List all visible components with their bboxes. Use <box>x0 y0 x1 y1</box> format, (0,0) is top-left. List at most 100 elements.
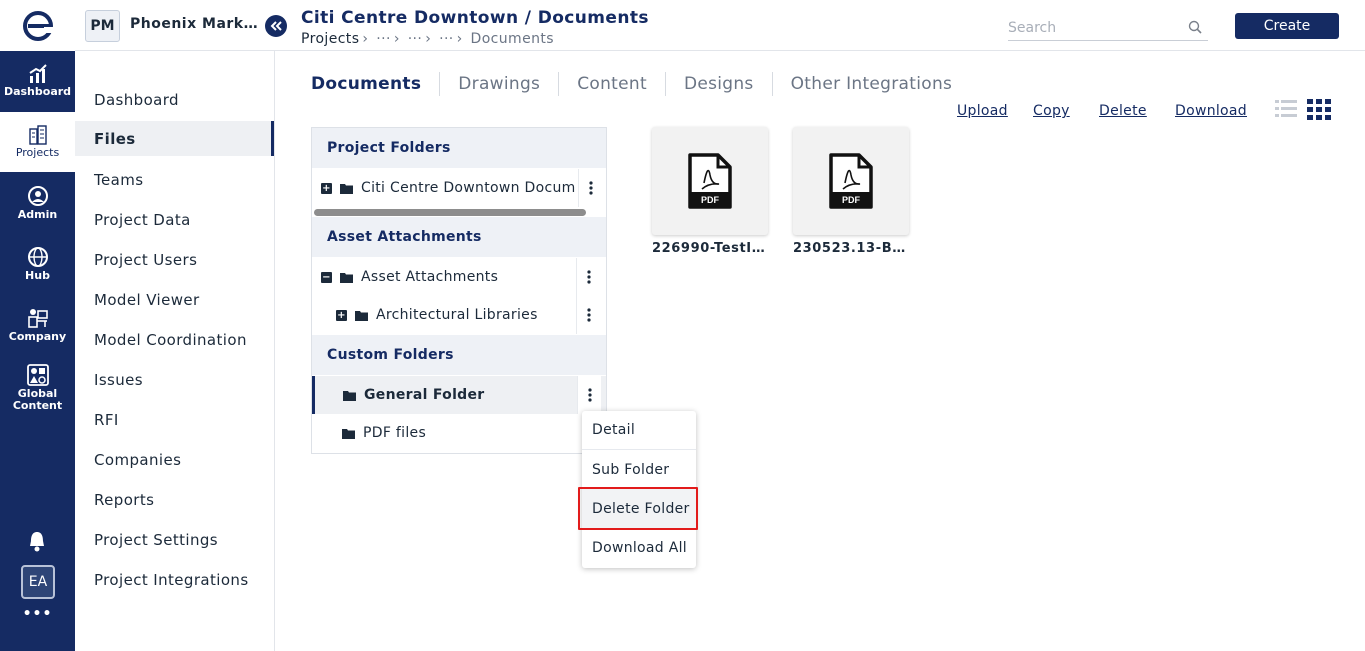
sidebar-item-model-viewer[interactable]: Model Viewer <box>75 282 274 317</box>
menu-item-detail[interactable]: Detail <box>582 411 696 450</box>
breadcrumb: Projects › ··· › ··· › ··· › Documents <box>301 31 554 47</box>
rail-label: Dashboard <box>3 85 72 98</box>
create-button[interactable]: Create <box>1235 13 1339 39</box>
file-thumbnail[interactable]: PDF <box>793 127 909 235</box>
search-input[interactable]: Search <box>1008 17 1208 41</box>
rail-item-projects[interactable]: Projects <box>0 112 75 172</box>
rail-item-global-content[interactable]: Global Content <box>0 356 75 420</box>
pdf-file-icon: PDF <box>688 153 732 209</box>
pdf-label: PDF <box>842 195 861 205</box>
collapse-sidebar-button[interactable] <box>265 15 287 37</box>
expand-icon[interactable]: + <box>336 309 347 321</box>
pdf-label: PDF <box>701 195 720 205</box>
sidebar-item-reports[interactable]: Reports <box>75 482 274 517</box>
notifications-button[interactable] <box>26 530 48 556</box>
rail-item-company[interactable]: Company <box>0 295 75 355</box>
rail-item-admin[interactable]: Admin <box>0 173 75 233</box>
tab-other-integrations[interactable]: Other Integrations <box>771 72 971 96</box>
folder-label: Asset Attachments <box>361 269 499 285</box>
sidebar-item-project-users[interactable]: Project Users <box>75 242 274 277</box>
kebab-icon <box>587 388 592 402</box>
file-thumbnail[interactable]: PDF <box>652 127 768 235</box>
globe-icon <box>27 247 48 267</box>
tab-content[interactable]: Content <box>558 72 665 96</box>
sidebar-item-companies[interactable]: Companies <box>75 442 274 477</box>
folder-menu-button[interactable] <box>577 376 601 414</box>
folder-icon <box>340 183 353 194</box>
kebab-icon <box>588 181 593 195</box>
folder-row-general[interactable]: General Folder <box>312 376 606 414</box>
page-title: Citi Centre Downtown / Documents <box>301 8 649 28</box>
project-badge[interactable]: PM <box>85 10 120 42</box>
tab-drawings[interactable]: Drawings <box>439 72 558 96</box>
folder-row-asset-child[interactable]: + Architectural Libraries <box>312 296 606 334</box>
project-folders-header: Project Folders <box>312 128 606 168</box>
folder-menu-button[interactable] <box>576 296 600 334</box>
folder-row-asset-root[interactable]: − Asset Attachments <box>312 258 606 296</box>
list-view-icon[interactable] <box>1275 99 1297 119</box>
sidebar-nav: Dashboard Files Teams Project Data Proje… <box>75 51 275 651</box>
folder-label: Architectural Libraries <box>376 307 538 323</box>
folder-icon <box>355 310 368 321</box>
folder-menu-button[interactable] <box>576 258 600 296</box>
breadcrumb-ellipsis[interactable]: ··· <box>376 31 391 47</box>
breadcrumb-current: Documents <box>470 31 554 47</box>
kebab-icon <box>586 308 591 322</box>
tab-documents[interactable]: Documents <box>311 72 439 96</box>
file-name: 226990-TestI… <box>652 241 766 256</box>
collapse-icon[interactable]: − <box>321 271 332 283</box>
grid-view-icon[interactable] <box>1307 99 1331 120</box>
folder-label: Citi Centre Downtown Docume <box>361 180 575 196</box>
sidebar-item-rfi[interactable]: RFI <box>75 402 274 437</box>
sidebar-item-issues[interactable]: Issues <box>75 362 274 397</box>
menu-item-sub-folder[interactable]: Sub Folder <box>582 450 696 489</box>
sidebar-item-project-data[interactable]: Project Data <box>75 202 274 237</box>
folder-row-pdf[interactable]: PDF files <box>312 414 606 452</box>
kebab-icon <box>586 270 591 284</box>
menu-item-delete-folder[interactable]: Delete Folder <box>582 489 696 528</box>
rail-item-hub[interactable]: Hub <box>0 234 75 294</box>
copy-link[interactable]: Copy <box>1033 103 1070 119</box>
chevron-right-icon: › <box>456 31 463 47</box>
sidebar-item-files[interactable]: Files <box>75 121 274 156</box>
buildings-icon <box>28 125 47 145</box>
rail-label: Hub <box>25 269 50 282</box>
breadcrumb-root[interactable]: Projects <box>301 31 359 47</box>
tab-designs[interactable]: Designs <box>664 72 772 96</box>
user-avatar[interactable]: EA <box>21 565 55 599</box>
expand-icon[interactable]: + <box>321 182 332 194</box>
rail-label: Global Content <box>12 387 63 412</box>
horizontal-scrollbar[interactable] <box>314 209 586 216</box>
download-link[interactable]: Download <box>1175 103 1247 119</box>
sidebar-item-project-integrations[interactable]: Project Integrations <box>75 562 274 597</box>
app-logo[interactable] <box>0 0 75 51</box>
folder-tree: Project Folders + Citi Centre Downtown D… <box>311 127 607 454</box>
menu-item-download-all[interactable]: Download All <box>582 528 696 567</box>
folder-icon <box>343 390 356 401</box>
breadcrumb-ellipsis[interactable]: ··· <box>408 31 423 47</box>
rail-item-dashboard[interactable]: Dashboard <box>0 51 75 111</box>
upload-link[interactable]: Upload <box>957 103 1008 119</box>
chevron-right-icon: › <box>425 31 432 47</box>
sidebar-item-dashboard[interactable]: Dashboard <box>75 82 274 117</box>
more-options-button[interactable]: ••• <box>0 606 75 622</box>
chevron-right-icon: › <box>362 31 369 47</box>
document-tabs: Documents Drawings Content Designs Other… <box>311 72 970 96</box>
project-name[interactable]: Phoenix Mark… <box>130 16 258 32</box>
search-icon[interactable] <box>1188 20 1202 34</box>
folder-row-project[interactable]: + Citi Centre Downtown Docume <box>312 169 606 207</box>
sidebar-item-model-coordination[interactable]: Model Coordination <box>75 322 274 357</box>
file-card[interactable]: PDF 230523.13-B… <box>793 127 909 256</box>
sidebar-item-teams[interactable]: Teams <box>75 162 274 197</box>
top-header: Citi Centre Downtown / Documents Project… <box>275 0 1365 51</box>
breadcrumb-ellipsis[interactable]: ··· <box>439 31 454 47</box>
asset-attachments-header: Asset Attachments <box>312 217 606 257</box>
custom-folders-header: Custom Folders <box>312 335 606 375</box>
delete-link[interactable]: Delete <box>1099 103 1147 119</box>
rail-label: Admin <box>17 208 58 221</box>
sidebar-item-project-settings[interactable]: Project Settings <box>75 522 274 557</box>
folder-label: PDF files <box>363 425 427 441</box>
folder-menu-button[interactable] <box>578 169 602 207</box>
bell-icon <box>30 532 44 552</box>
file-card[interactable]: PDF 226990-TestI… <box>652 127 768 256</box>
